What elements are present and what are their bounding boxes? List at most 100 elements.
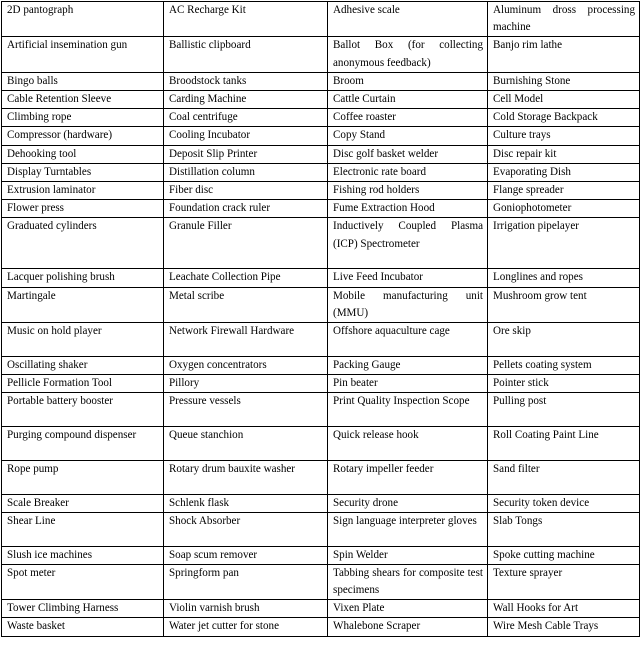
table-row: Artificial insemination gun Ballistic cli… xyxy=(1,36,640,73)
cell-text: Oscillating shaker xyxy=(7,358,88,371)
table-row: Bingo balls Broodstock tanks Broom Burnishi… xyxy=(1,71,640,92)
cell-text: Queue stanchion xyxy=(169,429,244,442)
cell-text: Artificial insemination gun xyxy=(7,39,128,52)
table-cell: Oscillating shaker xyxy=(1,355,164,376)
cell-text: Adhesive scale xyxy=(333,4,400,16)
table-cell: Network Firewall Hard­ware xyxy=(163,322,328,357)
table-row: Spot meter Springform pan Tabbing shears f… xyxy=(1,563,640,601)
cell-text: Inductively Coupled Plasma (ICP) Spectro… xyxy=(333,220,483,250)
table-row: Cable Retention Sleeve Carding Machine Cat… xyxy=(1,90,640,110)
table-cell: Banjo rim lathe xyxy=(487,36,640,73)
cell-text: Slush ice machines xyxy=(7,548,93,561)
table-cell: Disc repair kit xyxy=(487,144,640,164)
table-cell: Pin beater xyxy=(327,374,488,394)
table-cell: Deposit Slip Printer xyxy=(163,144,328,164)
cell-text: 2D pantograph xyxy=(7,4,74,16)
cell-text: Live Feed Incubator xyxy=(333,271,423,284)
table-cell: Roll Coating Paint Line xyxy=(487,426,640,461)
table-cell: Springform pan xyxy=(163,563,328,601)
cell-text: AC Recharge Kit xyxy=(169,4,246,16)
table-row: Martingale Metal scribe Mobile manufacturi… xyxy=(1,286,640,324)
cell-text: Pellets coating system xyxy=(493,358,592,371)
cell-text: Cold Storage Backpack xyxy=(493,111,598,124)
table-row: Extrusion laminator Fiber disc Fishing rod… xyxy=(1,181,640,201)
table-cell: Coffee roaster xyxy=(327,108,488,128)
cell-text: Roll Coating Paint Line xyxy=(493,429,599,442)
table-cell: Broodstock tanks xyxy=(163,71,328,92)
table-cell: Sand filter xyxy=(487,459,640,495)
table-cell: Waste basket xyxy=(1,617,164,637)
table-cell: Cold Storage Backpack xyxy=(487,108,640,128)
table-row: 2D pantograph AC Recharge Kit Adhesive sca… xyxy=(1,0,640,38)
table-cell: Climbing rope xyxy=(1,108,164,128)
equipment-table: 2D pantograph AC Recharge Kit Adhesive sca… xyxy=(1,0,640,637)
cell-text: Distillation column xyxy=(169,165,255,178)
table-cell: Pointer stick xyxy=(487,374,640,394)
table-cell: Slab Tongs xyxy=(487,511,640,547)
table-cell: Pillory xyxy=(163,374,328,394)
table-cell: Wire Mesh Cable Trays xyxy=(487,617,640,637)
cell-text: Carding Machine xyxy=(169,93,247,106)
cell-text: Flower press xyxy=(7,202,65,215)
table-cell: Soap scum remover xyxy=(163,545,328,565)
cell-text: Broom xyxy=(333,74,364,87)
cell-text: Wire Mesh Cable Trays xyxy=(493,620,599,633)
cell-text: Print Quality Inspection Scope xyxy=(333,395,470,408)
table-row: Lacquer polishing brush Leachate Collecti… xyxy=(1,268,640,288)
cell-text: Whalebone Scraper xyxy=(333,620,421,633)
table-cell: Texture sprayer xyxy=(487,563,640,601)
table-cell: Ballot Box (for collecting anonymous fee… xyxy=(327,36,488,73)
cell-text: Aluminum dross process⁠ing machine xyxy=(493,4,635,34)
cell-text: Granule Filler xyxy=(169,220,232,233)
cell-text: Slab Tongs xyxy=(493,514,543,527)
cell-text: Rotary drum bauxite washer xyxy=(169,462,296,475)
cell-text: Ballot Box (for collecting anonymous fee… xyxy=(333,39,483,69)
table-cell: Oxygen concentrators xyxy=(163,355,328,376)
table-cell: AC Recharge Kit xyxy=(163,0,328,38)
table-cell: Spin Welder xyxy=(327,545,488,565)
table-cell: Music on hold player xyxy=(1,322,164,357)
cell-text: Coal centrifuge xyxy=(169,111,238,124)
table-cell: Security token device xyxy=(487,493,640,513)
table-cell: Vixen Plate xyxy=(327,599,488,619)
table-cell: Electronic rate board xyxy=(327,162,488,183)
table-cell: Metal scribe xyxy=(163,286,328,324)
cell-text: Scale Breaker xyxy=(7,496,69,509)
cell-text: Leachate Collection Pipe xyxy=(169,271,281,284)
table-cell: Pressure vessels xyxy=(163,392,328,428)
cell-text: Compressor (hardware) xyxy=(7,129,113,142)
cell-text: Longlines and ropes xyxy=(493,271,583,284)
cell-text: Springform pan xyxy=(169,566,239,579)
table-cell: Compressor (hardware) xyxy=(1,126,164,146)
cell-text: Martingale xyxy=(7,289,56,302)
cell-text: Wall Hooks for Art xyxy=(493,602,579,615)
table-cell: Tabbing shears for com­posite test speci… xyxy=(327,563,488,601)
table-cell: Dehooking tool xyxy=(1,144,164,164)
cell-text: Cable Retention Sleeve xyxy=(7,93,112,106)
table-cell: Inductively Coupled Plasma (ICP) Spectro… xyxy=(327,217,488,270)
table-row: Pellicle Formation Tool Pillory Pin beater… xyxy=(1,374,640,394)
table-cell: Shear Line xyxy=(1,511,164,547)
cell-text: Tower Climbing Harness xyxy=(7,602,119,615)
cell-text: Irrigation pipelayer xyxy=(493,220,579,233)
cell-text: Network Firewall Hard­ware xyxy=(169,325,295,338)
cell-text: Disc repair kit xyxy=(493,147,557,160)
table-cell: Spoke cutting machine xyxy=(487,545,640,565)
table-cell: Pulling post xyxy=(487,392,640,428)
cell-text: Pointer stick xyxy=(493,377,549,390)
table-cell: Longlines and ropes xyxy=(487,268,640,288)
cell-text: Offshore aquaculture cage xyxy=(333,325,450,338)
cell-text: Music on hold player xyxy=(7,325,102,338)
table-cell: Quick release hook xyxy=(327,426,488,461)
table-row: Display Turntables Distillation column Ele… xyxy=(1,162,640,183)
table-cell: Ballistic clipboard xyxy=(163,36,328,73)
cell-text: Bingo balls xyxy=(7,74,58,87)
table-cell: Rotary impeller feeder xyxy=(327,459,488,495)
table-cell: Adhesive scale xyxy=(327,0,488,38)
cell-text: Burnishing Stone xyxy=(493,74,571,87)
table-cell: Flower press xyxy=(1,199,164,219)
cell-text: Pellicle Formation Tool xyxy=(7,377,113,390)
table-cell: Fishing rod holders xyxy=(327,181,488,201)
cell-text: Display Turntables xyxy=(7,165,92,178)
cell-text: Spoke cutting machine xyxy=(493,548,595,561)
